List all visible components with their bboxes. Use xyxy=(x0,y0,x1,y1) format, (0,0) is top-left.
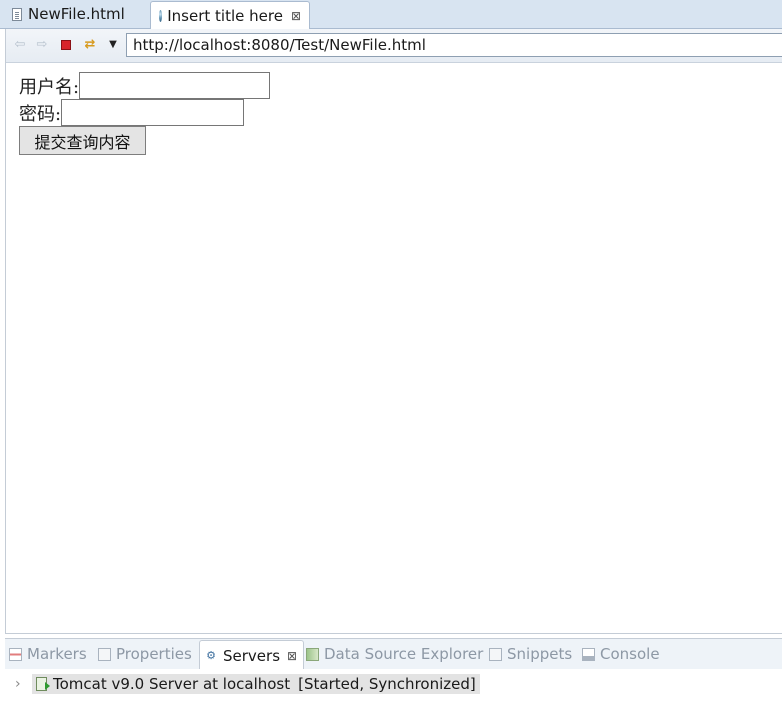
expand-chevron-icon[interactable]: › xyxy=(15,676,29,692)
document-icon xyxy=(12,7,22,21)
tab-newfile-html[interactable]: NewFile.html xyxy=(4,0,148,28)
tab-label: Snippets xyxy=(507,645,573,663)
tab-snippets[interactable]: Snippets xyxy=(489,639,572,669)
tab-label: Servers xyxy=(223,646,281,665)
close-icon[interactable]: ⊠ xyxy=(291,9,301,23)
server-name: Tomcat v9.0 Server at localhost xyxy=(53,675,291,693)
server-entry[interactable]: Tomcat v9.0 Server at localhost [Started… xyxy=(32,674,480,694)
tab-insert-title-here[interactable]: Insert title here ⊠ xyxy=(150,1,310,29)
url-field[interactable] xyxy=(126,33,782,57)
editor-tab-bar: NewFile.html Insert title here ⊠ xyxy=(0,0,782,29)
username-label: 用户名: xyxy=(19,76,80,98)
stop-icon[interactable] xyxy=(58,38,74,52)
dropdown-arrow-icon[interactable]: ▼ xyxy=(105,38,121,52)
snippets-icon xyxy=(489,647,502,661)
markers-icon xyxy=(9,647,22,661)
forward-arrow-icon[interactable]: ⇨ xyxy=(34,38,50,52)
tab-label: Console xyxy=(600,645,660,663)
views-tab-bar: Markers Properties ⚙ Servers ⊠ Data Sour… xyxy=(5,638,782,670)
tab-properties[interactable]: Properties xyxy=(98,639,192,669)
data-source-icon xyxy=(306,647,319,661)
password-row: 密码: xyxy=(19,99,245,126)
tab-servers[interactable]: ⚙ Servers ⊠ xyxy=(199,640,305,670)
browser-toolbar: ⇦ ⇨ ⇄ ▼ xyxy=(6,29,782,63)
tab-label: NewFile.html xyxy=(28,5,125,23)
console-icon xyxy=(582,647,595,661)
password-label: 密码: xyxy=(19,103,62,125)
servers-icon: ⚙ xyxy=(206,649,216,662)
globe-icon xyxy=(159,9,163,22)
close-icon[interactable]: ⊠ xyxy=(287,649,297,663)
refresh-icon[interactable]: ⇄ xyxy=(82,38,98,52)
submit-button[interactable]: 提交查询内容 xyxy=(19,126,146,155)
server-started-icon xyxy=(36,677,50,691)
tab-label: Data Source Explorer xyxy=(324,645,484,663)
server-row[interactable]: › Tomcat v9.0 Server at localhost [Start… xyxy=(15,674,480,694)
back-arrow-icon[interactable]: ⇦ xyxy=(12,38,28,52)
tab-label: Markers xyxy=(27,645,87,663)
servers-view: › Tomcat v9.0 Server at localhost [Start… xyxy=(5,669,782,712)
username-row: 用户名: xyxy=(19,72,271,99)
page-content: 用户名: 密码: 提交查询内容 xyxy=(6,63,782,633)
tab-data-source-explorer[interactable]: Data Source Explorer xyxy=(306,639,483,669)
password-input[interactable] xyxy=(61,99,245,126)
tab-markers[interactable]: Markers xyxy=(9,639,87,669)
username-input[interactable] xyxy=(79,72,271,99)
properties-icon xyxy=(98,647,111,661)
internal-browser: ⇦ ⇨ ⇄ ▼ 用户名: 密码: 提交查询内容 xyxy=(5,29,782,634)
tab-console[interactable]: Console xyxy=(582,639,660,669)
tab-label: Properties xyxy=(116,645,192,663)
server-status: [Started, Synchronized] xyxy=(298,675,476,693)
tab-label: Insert title here xyxy=(167,6,283,25)
